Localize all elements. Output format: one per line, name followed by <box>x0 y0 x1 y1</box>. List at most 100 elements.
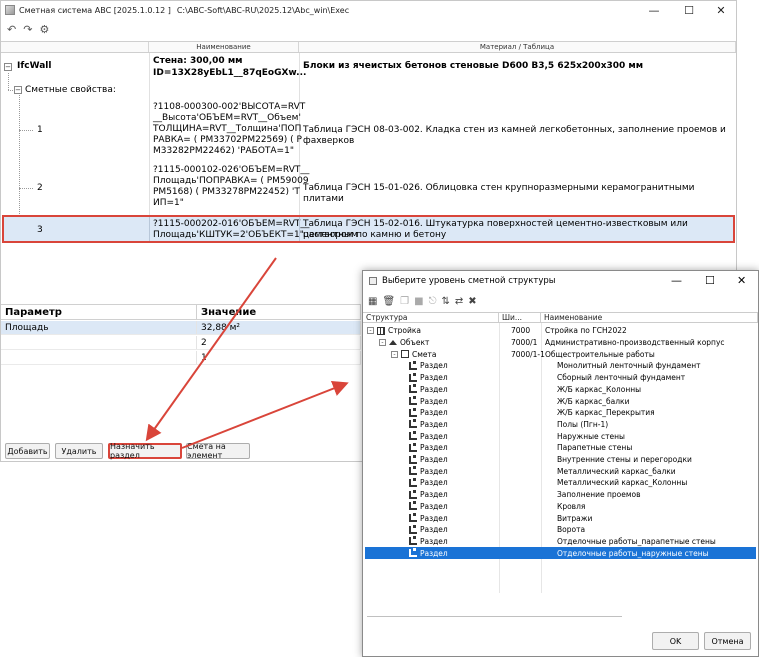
structure-type-label: Смета <box>412 349 437 359</box>
minimize-icon[interactable]: — <box>637 1 671 19</box>
ifc-name-line2: ID=13X28yEbL1__87qEoGXw... <box>153 68 307 78</box>
copy-icon[interactable]: ❐ <box>400 296 409 307</box>
minimize-icon[interactable]: — <box>671 274 682 287</box>
section-icon <box>409 407 417 417</box>
structure-type-cell: Раздел <box>409 384 448 396</box>
section-dialog: Выберите уровень сметной структуры — ☐ ✕… <box>362 270 759 657</box>
structure-row[interactable]: Раздел Ж/Б каркас_балки <box>365 395 756 407</box>
row-table-line: раствором по камню и бетону <box>303 230 447 240</box>
section-icon <box>409 477 417 487</box>
expand-toggle-icon[interactable]: - <box>379 339 386 347</box>
structure-row[interactable]: Раздел Металлический каркас_балки <box>365 465 756 477</box>
structure-row[interactable]: Раздел Ж/Б каркас_Перекрытия <box>365 407 756 419</box>
group-label[interactable]: Сметные свойства: <box>25 85 116 96</box>
cancel-icon[interactable]: ✖ <box>468 296 476 307</box>
structure-row[interactable]: Раздел Сборный ленточный фундамент <box>365 372 756 384</box>
h-scrollbar[interactable] <box>367 616 622 617</box>
structure-row[interactable]: Раздел Витражи <box>365 512 756 524</box>
structure-type-label: Раздел <box>420 525 448 535</box>
column-divider <box>299 217 300 241</box>
ok-button[interactable]: OK <box>652 632 699 650</box>
ifc-label[interactable]: IfcWall <box>17 61 51 72</box>
expand-toggle-icon[interactable]: − <box>4 63 12 71</box>
expand-toggle-icon[interactable]: - <box>391 350 398 358</box>
header-name[interactable]: Наименование <box>149 42 299 52</box>
structure-row[interactable]: Раздел Отделочные работы_парапетные стены <box>365 536 756 548</box>
row-number[interactable]: 1 <box>37 125 43 136</box>
param-col-header[interactable]: Параметр <box>1 305 197 319</box>
structure-row[interactable]: Раздел Металлический каркас_Колонны <box>365 477 756 489</box>
structure-type-label: Раздел <box>420 501 448 511</box>
structure-row[interactable]: Раздел Полы (Пгн-1) <box>365 419 756 431</box>
structure-row[interactable]: Раздел Кровля <box>365 501 756 513</box>
undo-icon[interactable]: ↶ <box>7 23 16 36</box>
expand-toggle-icon[interactable]: - <box>367 327 374 335</box>
structure-row[interactable]: Раздел Парапетные стены <box>365 442 756 454</box>
structure-row[interactable]: Раздел Внутренние стены и перегородки <box>365 454 756 466</box>
close-icon[interactable]: ✕ <box>737 274 746 287</box>
structure-type-label: Раздел <box>420 536 448 546</box>
structure-row[interactable]: Раздел Ж/Б каркас_Колонны <box>365 384 756 396</box>
section-icon <box>409 454 417 464</box>
header-material[interactable]: Материал / Таблица <box>299 42 736 52</box>
settings-icon[interactable]: ⚙ <box>39 23 49 36</box>
param-row[interactable]: 2 <box>1 336 361 350</box>
structure-row[interactable]: Раздел Монолитный ленточный фундамент <box>365 360 756 372</box>
param-value[interactable]: 32,88 м² <box>197 321 361 334</box>
row-number[interactable]: 2 <box>37 183 43 194</box>
structure-row[interactable]: Раздел Наружные стены <box>365 430 756 442</box>
row-formula-line: ?1108-000300-002'ВЫСОТА=RVT <box>153 102 306 112</box>
structure-type-label: Раздел <box>420 431 448 441</box>
structure-col-header[interactable]: Структура <box>363 313 499 322</box>
structure-name: Металлический каркас_Колонны <box>557 478 688 488</box>
structure-name: Наружные стены <box>557 431 625 441</box>
structure-type-cell: Раздел <box>409 536 448 548</box>
expand-toggle-icon[interactable]: − <box>14 86 22 94</box>
structure-row[interactable]: Раздел Ворота <box>365 524 756 536</box>
add-level-icon[interactable]: ▦ <box>368 296 377 307</box>
structure-type-cell: Раздел <box>409 501 448 513</box>
param-value[interactable]: 1 <box>197 351 361 364</box>
section-icon <box>409 372 417 382</box>
delete-icon[interactable]: 🗑 <box>382 296 395 307</box>
structure-row[interactable]: - Объект 7000/1 Административно-производств… <box>365 337 756 349</box>
move-icon[interactable]: ⎋ <box>429 296 437 307</box>
code-col-header[interactable]: Ши... <box>499 313 541 322</box>
close-icon[interactable]: ✕ <box>704 1 738 19</box>
structure-name: Сборный ленточный фундамент <box>557 373 686 383</box>
structure-row[interactable]: - Стройка 7000 Стройка по ГСН2022 <box>365 325 756 337</box>
structure-name: Внутренние стены и перегородки <box>557 455 692 465</box>
structure-type-label: Раздел <box>420 384 448 394</box>
structure-row[interactable]: Раздел Отделочные работы_наружные стены <box>365 547 756 559</box>
row-table: Таблица ГЭСН 15-01-026. Облицовка стен к… <box>303 183 695 204</box>
ifc-material: Блоки из ячеистых бетонов стеновые D600 … <box>303 61 644 71</box>
structure-name: Заполнение проемов <box>557 490 641 500</box>
row-formula-line: ТОЛЩИНА=RVT__Толщина'ПОП <box>153 124 302 134</box>
param-row[interactable]: Площадь 32,88 м² <box>1 321 361 335</box>
structure-row[interactable]: - Смета 7000/1-1 Общестроительные работы <box>365 348 756 360</box>
param-value[interactable]: 2 <box>197 336 361 349</box>
redo-icon[interactable]: ↷ <box>23 23 32 36</box>
estimate-on-element-button[interactable]: Смета на элемент <box>186 442 250 460</box>
param-row[interactable]: 1 <box>1 351 361 365</box>
row-formula-line: __Высота'ОБЪЕМ=RVT__Объем' <box>153 113 301 123</box>
structure-row[interactable]: Раздел Заполнение проемов <box>365 489 756 501</box>
delete-button[interactable]: Удалить <box>55 443 103 459</box>
structure-type-label: Раздел <box>420 478 448 488</box>
value-col-header[interactable]: Значение <box>197 305 361 319</box>
maximize-icon[interactable]: ☐ <box>672 1 706 19</box>
link-icon[interactable]: ⇄ <box>455 296 463 307</box>
structure-name: Общестроительные работы <box>545 349 655 359</box>
name-col-header[interactable]: Наименование <box>541 313 758 322</box>
indent-icon[interactable]: ⇅ <box>442 296 450 307</box>
assign-section-button[interactable]: Назначить раздел <box>108 442 182 460</box>
tree-line <box>19 130 33 131</box>
row-number[interactable]: 3 <box>37 225 43 236</box>
structure-name: Металлический каркас_балки <box>557 466 676 476</box>
folder-icon[interactable]: ■ <box>414 296 423 307</box>
maximize-icon[interactable]: ☐ <box>705 274 715 287</box>
add-button[interactable]: Добавить <box>5 443 50 459</box>
app-icon <box>5 5 15 15</box>
cancel-button[interactable]: Отмена <box>704 632 751 650</box>
structure-type-label: Раздел <box>420 396 448 406</box>
